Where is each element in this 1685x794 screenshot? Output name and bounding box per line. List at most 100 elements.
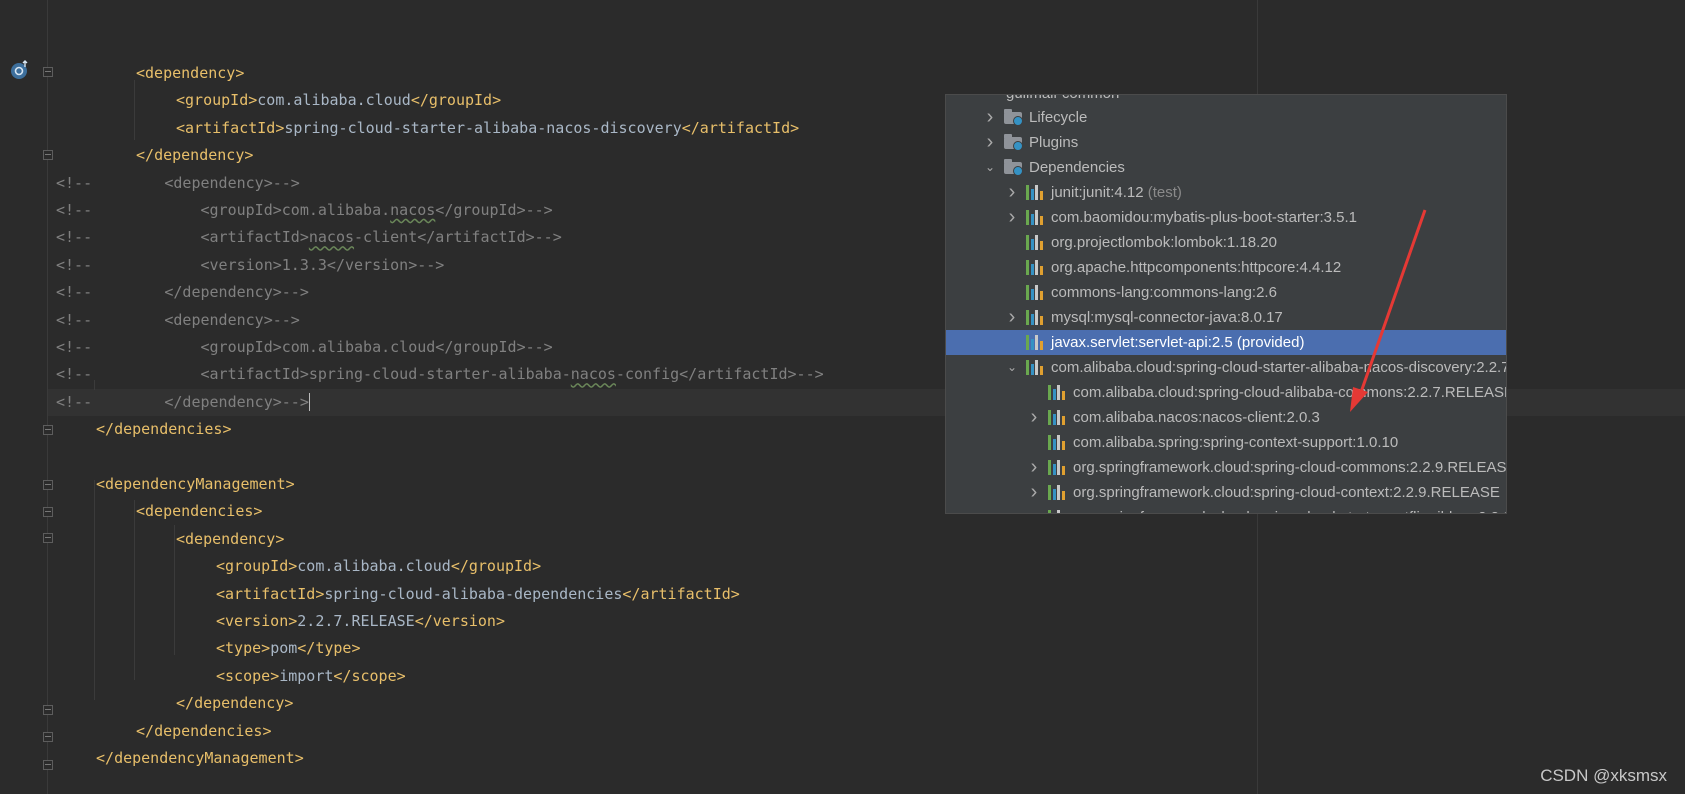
- code-line[interactable]: <dependency>: [56, 60, 244, 87]
- xml-tag-name: scope: [225, 666, 271, 685]
- code-line[interactable]: </dependencies>: [56, 718, 271, 745]
- code-line[interactable]: <version>2.2.7.RELEASE</version>: [56, 608, 505, 635]
- xml-bracket: </: [176, 694, 195, 713]
- xml-bracket: >: [244, 146, 254, 165]
- tree-node[interactable]: › org.springframework.cloud:spring-cloud-…: [946, 505, 1506, 513]
- xml-bracket: </: [96, 749, 115, 767]
- xml-bracket: >: [288, 557, 298, 576]
- chevron-right-icon[interactable]: ›: [1028, 455, 1040, 480]
- dependencies-folder-icon: [1004, 159, 1023, 176]
- code-line[interactable]: <type>pom</type>: [56, 635, 361, 662]
- comment-line[interactable]: <!-- <groupId>com.alibaba.cloud</groupId…: [56, 334, 553, 361]
- chevron-right-icon[interactable]: ›: [1028, 480, 1040, 505]
- chevron-right-icon[interactable]: ›: [1006, 180, 1018, 205]
- code-line[interactable]: <groupId>com.alibaba.cloud</groupId>: [56, 87, 501, 114]
- comment-line[interactable]: <!-- <dependency>-->: [56, 307, 300, 334]
- fold-marker-icon[interactable]: [43, 150, 53, 160]
- comment-line[interactable]: <!-- <version>1.3.3</version>-->: [56, 252, 444, 279]
- library-bar-icon: [1039, 241, 1043, 250]
- xml-tag-name: dependency: [185, 529, 276, 548]
- dependency-scope: (provided): [1232, 334, 1305, 351]
- chevron-right-icon[interactable]: ›: [984, 130, 996, 155]
- comment-line[interactable]: <!-- <groupId>com.alibaba.nacos</groupId…: [56, 197, 553, 224]
- code-line[interactable]: </dependency>: [56, 142, 253, 169]
- tree-node[interactable]: com.alibaba.cloud:spring-cloud-alibaba-c…: [946, 380, 1506, 405]
- library-bar-icon: [1048, 510, 1051, 513]
- code-line[interactable]: <dependencies>: [56, 498, 262, 525]
- tree-node-label: org.projectlombok:lombok:1.18.20: [1051, 230, 1277, 255]
- tree-node[interactable]: org.apache.httpcomponents:httpcore:4.4.1…: [946, 255, 1506, 280]
- code-line[interactable]: <groupId>com.alibaba.cloud</groupId>: [56, 553, 541, 580]
- code-line[interactable]: <artifactId>spring-cloud-starter-alibaba…: [56, 115, 799, 142]
- tree-node[interactable]: › org.springframework.cloud:spring-cloud-…: [946, 455, 1506, 480]
- tree-node[interactable]: › com.baomidou:mybatis-plus-boot-starter:…: [946, 205, 1506, 230]
- comment-text: <!-- <artifactId>spring-cloud-starter-al…: [56, 365, 571, 384]
- xml-bracket: >: [730, 584, 740, 603]
- tree-node[interactable]: › com.alibaba.nacos:nacos-client:2.0.3: [946, 405, 1506, 430]
- chevron-down-icon[interactable]: ⌄: [984, 155, 996, 180]
- fold-marker-icon[interactable]: [43, 732, 53, 742]
- tree-node[interactable]: › Plugins: [946, 130, 1506, 155]
- comment-line[interactable]: <!-- <artifactId>nacos-client</artifactI…: [56, 224, 562, 251]
- code-line[interactable]: <scope>import</scope>: [56, 663, 406, 690]
- run-gutter-icon[interactable]: [10, 60, 30, 80]
- code-line[interactable]: <dependency>: [56, 526, 284, 553]
- tree-node[interactable]: › Lifecycle: [946, 105, 1506, 130]
- library-bar-icon: [1052, 389, 1056, 400]
- comment-line[interactable]: <!-- <artifactId>spring-cloud-starter-al…: [56, 361, 824, 388]
- dependency-coordinates: org.springframework.cloud:spring-cloud-c…: [1073, 459, 1507, 476]
- library-icon: [1026, 210, 1044, 225]
- tree-node[interactable]: ⌄ com.alibaba.cloud:spring-cloud-starter-…: [946, 355, 1506, 380]
- chevron-right-icon[interactable]: ›: [1006, 305, 1018, 330]
- plugins-folder-icon: [1004, 134, 1023, 151]
- xml-tag-name: type: [315, 639, 352, 658]
- library-icon: [1026, 285, 1044, 300]
- chevron-right-icon[interactable]: ›: [1028, 405, 1040, 430]
- xml-bracket: >: [288, 612, 298, 630]
- code-line[interactable]: </dependencies>: [56, 416, 231, 443]
- fold-marker-icon[interactable]: [43, 480, 53, 490]
- maven-dependency-tree-popup[interactable]: gulimall-common ›Lifecycle›Plugins⌄Depen…: [945, 94, 1507, 514]
- chevron-right-icon[interactable]: ›: [1028, 505, 1040, 513]
- library-icon: [1048, 435, 1066, 450]
- xml-bracket: >: [261, 639, 271, 658]
- tree-node[interactable]: org.projectlombok:lombok:1.18.20: [946, 230, 1506, 255]
- code-line[interactable]: <artifactId>spring-cloud-alibaba-depende…: [56, 581, 740, 608]
- fold-marker-icon[interactable]: [43, 533, 53, 543]
- xml-tag-name: artifactId: [185, 118, 276, 137]
- tree-node[interactable]: › mysql:mysql-connector-java:8.0.17: [946, 305, 1506, 330]
- fold-marker-icon[interactable]: [43, 760, 53, 770]
- chevron-right-icon[interactable]: ›: [1006, 205, 1018, 230]
- library-icon: [1048, 510, 1066, 513]
- library-bar-icon: [1048, 460, 1051, 475]
- comment-text: -config</artifactId>-->: [615, 365, 824, 384]
- xml-bracket: <: [136, 502, 146, 521]
- library-bar-icon: [1048, 485, 1051, 500]
- tree-node[interactable]: javax.servlet:servlet-api:2.5 (provided): [946, 330, 1506, 355]
- xml-text-value: import: [279, 666, 334, 685]
- xml-bracket: >: [253, 502, 263, 521]
- comment-line[interactable]: <!-- </dependency>-->: [56, 279, 309, 306]
- fold-marker-icon[interactable]: [43, 507, 53, 517]
- library-bar-icon: [1030, 239, 1034, 250]
- code-line[interactable]: </dependency>: [56, 690, 293, 717]
- dependency-coordinates: org.apache.httpcomponents:httpcore:4.4.1…: [1051, 259, 1342, 276]
- tree-node[interactable]: com.alibaba.spring:spring-context-suppor…: [946, 430, 1506, 455]
- tree-node[interactable]: › org.springframework.cloud:spring-cloud-…: [946, 480, 1506, 505]
- tree-node[interactable]: commons-lang:commons-lang:2.6: [946, 280, 1506, 305]
- tree-node[interactable]: › junit:junit:4.12 (test): [946, 180, 1506, 205]
- code-line[interactable]: </dependencyManagement>: [56, 745, 304, 772]
- code-line[interactable]: <dependencyManagement>: [56, 471, 295, 498]
- chevron-right-icon[interactable]: ›: [984, 105, 996, 130]
- library-bar-icon: [1026, 235, 1029, 250]
- tree-node-label: Dependencies: [1029, 155, 1125, 180]
- comment-line[interactable]: <!-- <dependency>-->: [56, 170, 300, 197]
- xml-bracket: </: [681, 118, 700, 137]
- xml-bracket: >: [790, 118, 800, 137]
- fold-marker-icon[interactable]: [43, 425, 53, 435]
- fold-marker-icon[interactable]: [43, 67, 53, 77]
- xml-bracket: <: [216, 584, 226, 603]
- chevron-down-icon[interactable]: ⌄: [1006, 355, 1018, 380]
- fold-marker-icon[interactable]: [43, 705, 53, 715]
- tree-node[interactable]: ⌄ Dependencies: [946, 155, 1506, 180]
